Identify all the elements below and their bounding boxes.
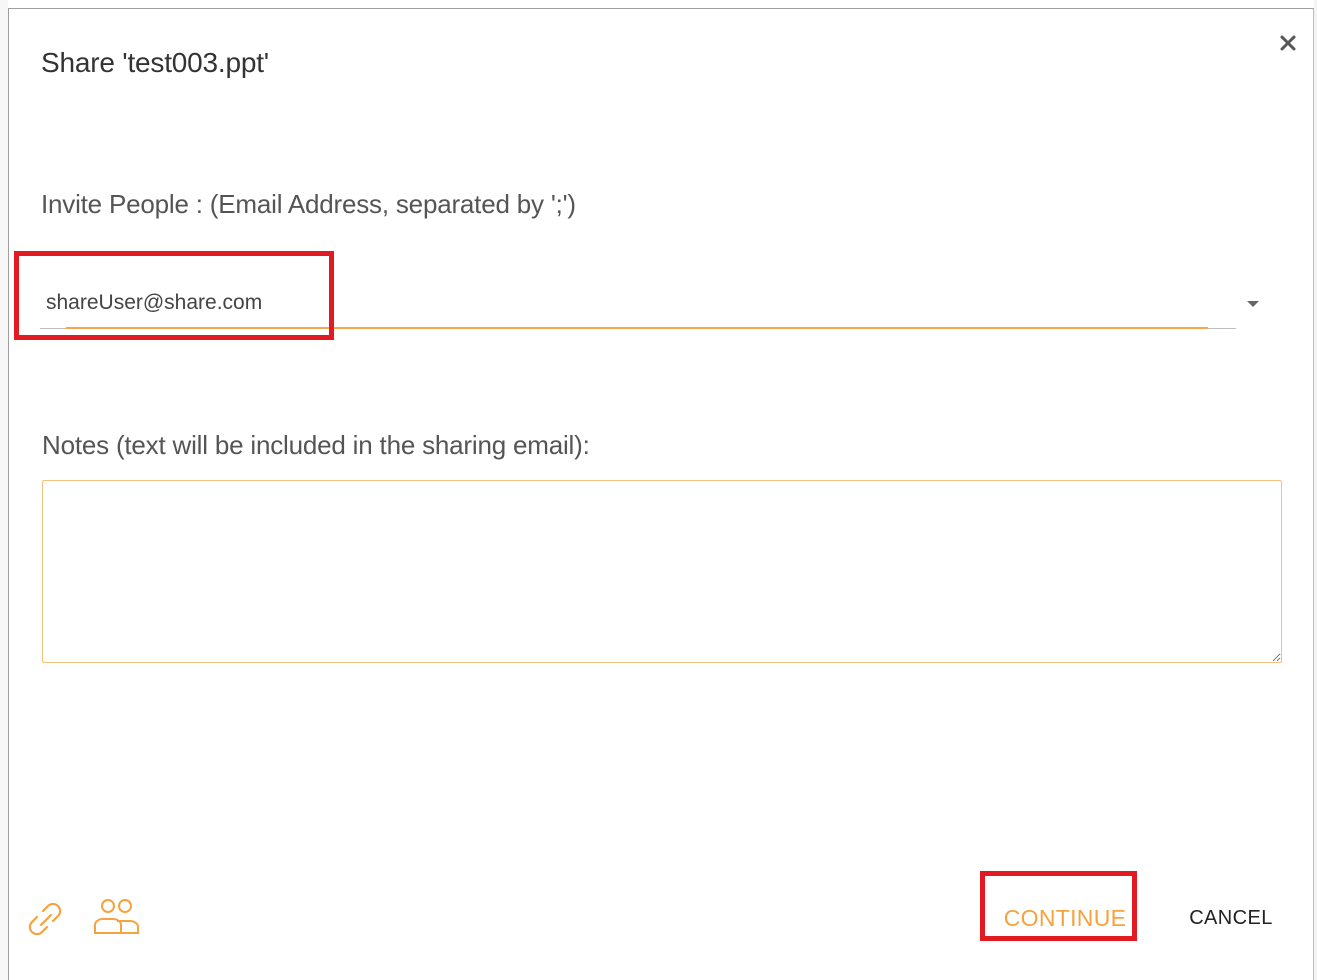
close-icon[interactable] [1276, 31, 1300, 55]
notes-label: Notes (text will be included in the shar… [42, 430, 590, 460]
dialog-title: Share 'test003.ppt' [41, 47, 269, 78]
backdrop-edge-left [0, 0, 8, 980]
invite-people-label: Invite People : (Email Address, separate… [41, 189, 576, 219]
continue-button[interactable]: CONTINUE [995, 893, 1135, 943]
email-field-focus-underline [66, 327, 1208, 329]
people-icon[interactable] [91, 897, 143, 937]
cancel-button[interactable]: CANCEL [1181, 901, 1281, 935]
notes-textarea[interactable] [42, 480, 1282, 663]
link-icon[interactable] [23, 897, 67, 941]
chevron-down-icon[interactable] [1245, 299, 1261, 309]
email-field-row [40, 283, 1236, 331]
share-dialog: Share 'test003.ppt' Invite People : (Ema… [8, 8, 1314, 980]
email-field[interactable] [40, 283, 1216, 323]
